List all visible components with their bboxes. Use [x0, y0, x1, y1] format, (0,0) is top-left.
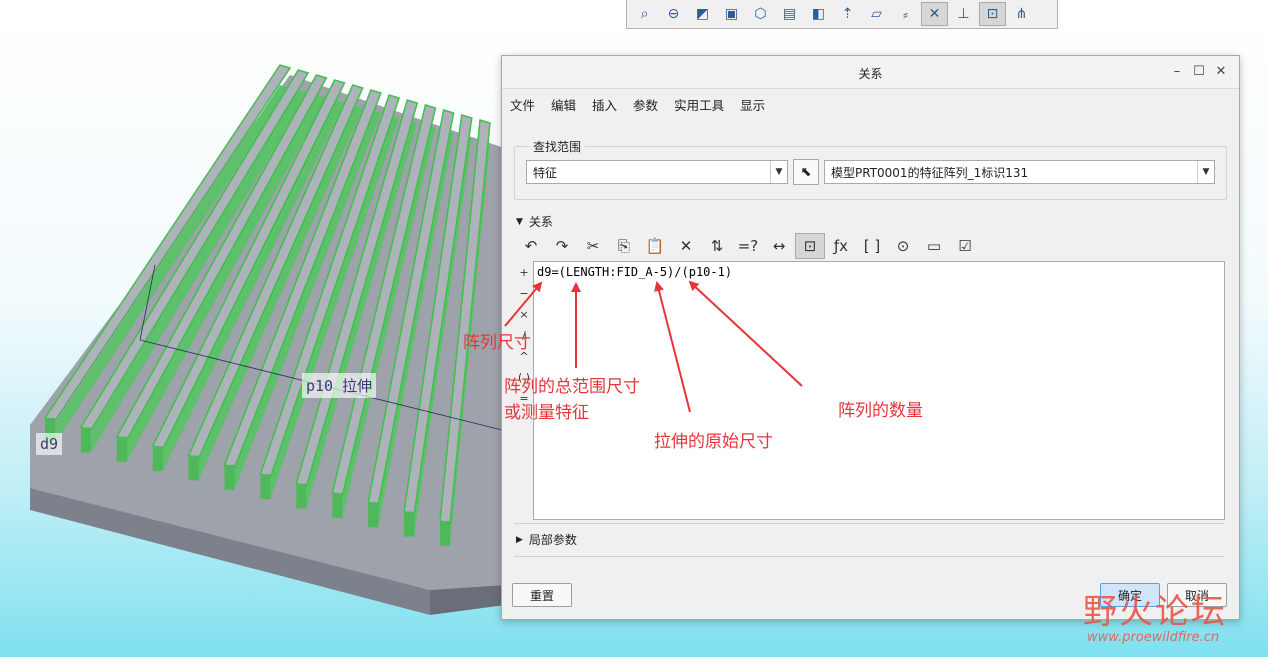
fin-front: [224, 464, 235, 490]
zoom-in-icon[interactable]: ⌕: [631, 2, 658, 26]
display-style-icon[interactable]: ▤: [776, 2, 803, 26]
appearance-icon[interactable]: ⋔: [1008, 2, 1035, 26]
watermark-url: www.proewildfire.cn: [1087, 630, 1220, 645]
fin-front: [440, 521, 450, 546]
divider: [514, 556, 1225, 557]
annotation-icon[interactable]: ⊥: [950, 2, 977, 26]
relations-section-header[interactable]: ▼ 关系: [516, 213, 553, 230]
menu-file[interactable]: 文件: [510, 95, 535, 114]
redo-icon[interactable]: ↷: [547, 233, 577, 259]
brackets-icon[interactable]: [ ]: [857, 233, 887, 259]
close-icon[interactable]: ✕: [1213, 62, 1229, 80]
menu-display[interactable]: 显示: [740, 95, 765, 114]
dialog-titlebar[interactable]: 关系 – ☐ ✕: [502, 56, 1239, 89]
refit-icon[interactable]: ◩: [689, 2, 716, 26]
fin-front: [152, 446, 163, 472]
delete-icon[interactable]: ✕: [671, 233, 701, 259]
fin-front: [80, 427, 91, 453]
zoom-out-icon[interactable]: ⊖: [660, 2, 687, 26]
sort-icon[interactable]: ⇅: [702, 233, 732, 259]
minimize-icon[interactable]: –: [1169, 62, 1185, 80]
fin-front: [332, 492, 343, 518]
fin-front: [296, 483, 307, 509]
lookup-target-value: 模型PRT0001的特征阵列_1标识131: [831, 165, 1029, 180]
lookup-type-select[interactable]: 特征 ▼: [526, 160, 788, 184]
annotation-original-dim: 拉伸的原始尺寸: [654, 432, 773, 452]
annotation-pattern-dim: 阵列尺寸: [463, 333, 531, 353]
cut-icon[interactable]: ✂: [578, 233, 608, 259]
fin-front: [368, 502, 379, 528]
menu-edit[interactable]: 编辑: [551, 95, 576, 114]
annotation-measure: 或测量特征: [504, 403, 589, 423]
expand-triangle-icon: ▶: [516, 534, 523, 545]
lookup-target-select[interactable]: 模型PRT0001的特征阵列_1标识131 ▼: [824, 160, 1215, 184]
saved-views-icon[interactable]: ⬡: [747, 2, 774, 26]
relation-code[interactable]: d9=(LENGTH:FID_A-5)/(p10-1): [537, 265, 732, 279]
collapse-triangle-icon: ▼: [516, 216, 523, 227]
divider: [514, 523, 1225, 524]
watermark-text: 野火论坛: [1083, 592, 1227, 632]
units-icon[interactable]: ▭: [919, 233, 949, 259]
dimension-icon[interactable]: ↔: [764, 233, 794, 259]
plus-button[interactable]: +: [519, 262, 528, 283]
cursor-icon: ⬉: [800, 164, 812, 180]
datum-axis-icon[interactable]: ⇡: [834, 2, 861, 26]
relations-header-label: 关系: [528, 215, 553, 229]
graphics-toolbar: ⌕ ⊖ ◩ ▣ ⬡ ▤ ◧ ⇡ ▱ ⸗ ✕ ⊥ ⊡ ⋔: [626, 0, 1058, 29]
sketch-icon[interactable]: ⊡: [979, 2, 1006, 26]
chevron-down-icon[interactable]: ▼: [770, 161, 787, 183]
copy-icon[interactable]: ⎘: [609, 233, 639, 259]
lookup-legend: 查找范围: [529, 138, 586, 155]
evaluate-icon[interactable]: =?: [733, 233, 763, 259]
menu-bar: 文件 编辑 插入 参数 实用工具 显示: [502, 89, 1239, 119]
local-params-label: 局部参数: [528, 533, 577, 547]
view-box-icon[interactable]: ▣: [718, 2, 745, 26]
local-params-header[interactable]: ▶ 局部参数: [516, 531, 577, 548]
show-dimension-icon[interactable]: ⊡: [795, 233, 825, 259]
model-side-face: [430, 585, 505, 615]
annotation-total-range: 阵列的总范围尺寸: [504, 377, 640, 397]
maximize-icon[interactable]: ☐: [1191, 62, 1207, 80]
chevron-down-icon[interactable]: ▼: [1197, 161, 1214, 183]
fin-front: [188, 455, 199, 481]
datum-point-icon[interactable]: ▱: [863, 2, 890, 26]
csys-icon[interactable]: ⸗: [892, 2, 919, 26]
annotation-count: 阵列的数量: [838, 401, 923, 421]
d9-label[interactable]: d9: [36, 433, 63, 455]
paste-icon[interactable]: 📋: [640, 233, 670, 259]
dialog-title: 关系: [858, 67, 883, 81]
reset-button[interactable]: 重置: [512, 583, 572, 607]
function-icon[interactable]: ƒx: [826, 233, 856, 259]
verify-icon[interactable]: ⊙: [888, 233, 918, 259]
datum-plane-icon[interactable]: ◧: [805, 2, 832, 26]
watermark-logo: 野火论坛 www.proewildfire.cn: [1083, 580, 1263, 652]
fin-front: [260, 474, 271, 500]
fin-front: [116, 436, 127, 462]
pick-select-button[interactable]: ⬉: [793, 159, 819, 185]
lookup-type-value: 特征: [533, 165, 558, 180]
p10-label[interactable]: p10 拉伸: [302, 373, 377, 398]
menu-parameters[interactable]: 参数: [633, 95, 658, 114]
multiply-button[interactable]: ×: [519, 304, 528, 325]
menu-utilities[interactable]: 实用工具: [674, 95, 724, 114]
spin-center-icon[interactable]: ✕: [921, 2, 948, 26]
undo-icon[interactable]: ↶: [516, 233, 546, 259]
relations-dialog: 关系 – ☐ ✕ 文件 编辑 插入 参数 实用工具 显示 查找范围 特征 ▼ ⬉…: [501, 55, 1240, 620]
fin-front: [404, 511, 415, 537]
menu-insert[interactable]: 插入: [592, 95, 617, 114]
relations-toolbar: ↶ ↷ ✂ ⎘ 📋 ✕ ⇅ =? ↔ ⊡ ƒx [ ] ⊙ ▭ ☑: [516, 232, 980, 260]
check-icon[interactable]: ☑: [950, 233, 980, 259]
minus-button[interactable]: −: [519, 283, 528, 304]
